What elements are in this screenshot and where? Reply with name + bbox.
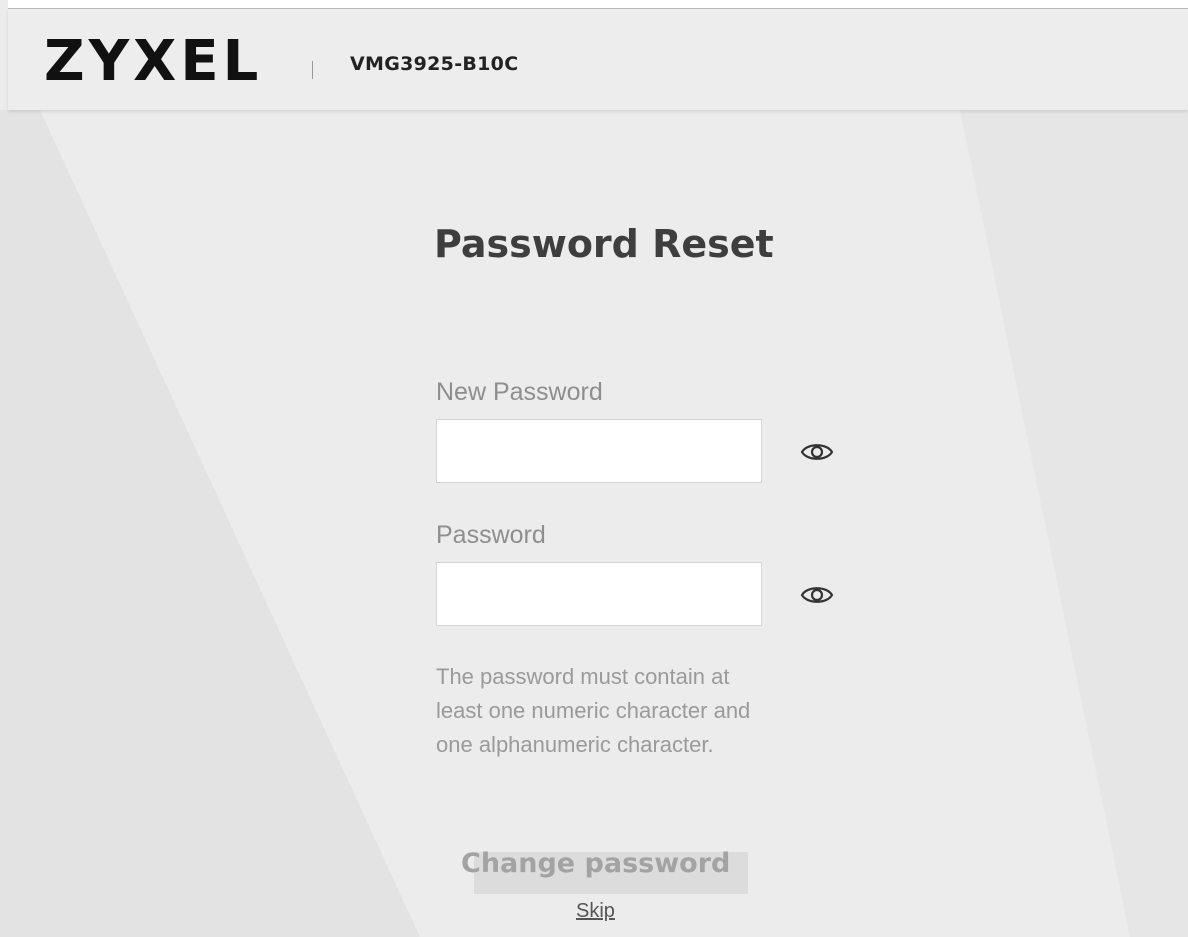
show-new-password-icon[interactable] [800,439,834,465]
password-hint: The password must contain at least one n… [436,664,751,757]
show-password-icon[interactable] [800,582,834,608]
app-header: ZYXEL VMG3925-B10C [8,8,1188,110]
header-divider [312,61,313,79]
zyxel-logo: ZYXEL [44,29,263,94]
device-model: VMG3925-B10C [350,53,519,75]
change-password-button[interactable]: Change password [461,848,748,894]
page-title: Password Reset [434,222,774,266]
confirm-password-field[interactable] [436,562,762,626]
new-password-label: New Password [436,378,603,406]
password-label: Password [436,521,546,549]
change-password-label: Change password [461,848,731,879]
skip-link[interactable]: Skip [576,900,615,923]
new-password-field[interactable] [436,419,762,483]
top-border [8,0,1188,8]
